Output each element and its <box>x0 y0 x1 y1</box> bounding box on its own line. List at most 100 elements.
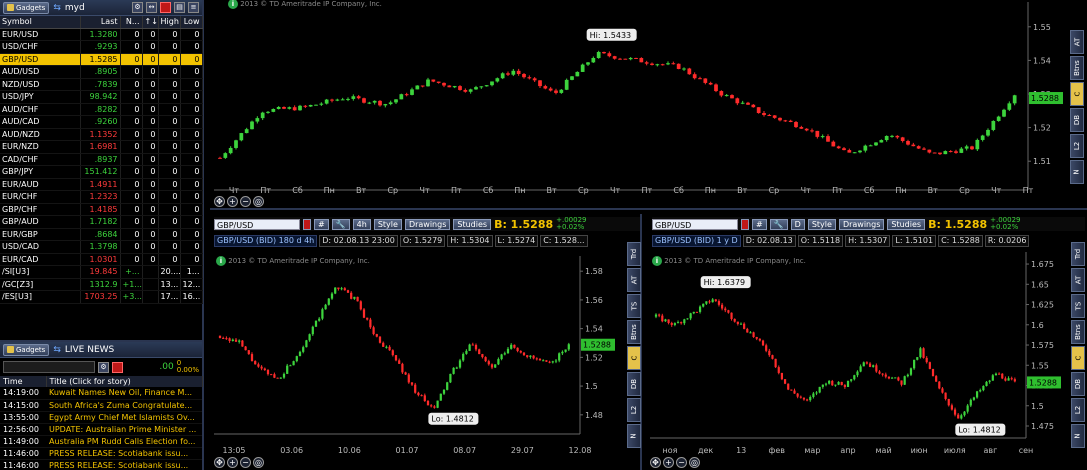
zoom-in-icon[interactable]: + <box>227 196 238 207</box>
side-tab-n[interactable]: N <box>627 424 641 448</box>
watchlist-row[interactable]: AUD/CAD .9260 0 0 0 0 <box>0 115 203 129</box>
watchlist-row[interactable]: EUR/CAD 1.0301 0 0 0 0 <box>0 253 203 266</box>
news-headline[interactable]: Kuwait Names New Oil, Finance M... <box>46 387 202 400</box>
news-gadgets-button[interactable]: Gadgets <box>3 343 50 356</box>
news-headline[interactable]: Australia PM Rudd Calls Election fo... <box>46 435 202 448</box>
news-headline[interactable]: PRESS RELEASE: Scotiabank issu... <box>46 447 202 460</box>
zoom-in-icon[interactable]: + <box>227 457 238 468</box>
watchlist-column-header[interactable]: High <box>158 16 181 29</box>
print-icon[interactable]: ▤ <box>174 2 185 13</box>
pan-icon[interactable]: ✥ <box>650 457 661 468</box>
news-row[interactable]: 11:49:00 Australia PM Rudd Calls Election… <box>0 435 202 448</box>
gear-icon[interactable]: ⚙ <box>98 361 109 373</box>
side-tab-at[interactable]: AT <box>1071 268 1085 292</box>
watchlist-row[interactable]: EUR/CHF 1.2323 0 0 0 0 <box>0 190 203 204</box>
news-column-header[interactable]: Time <box>0 376 47 387</box>
side-tab-c[interactable]: C <box>1071 346 1085 370</box>
news-headline[interactable]: PRESS RELEASE: Scotiabank issu... <box>46 459 202 470</box>
side-tab-ts[interactable]: TS <box>627 294 641 318</box>
side-tab-c[interactable]: C <box>1070 82 1084 106</box>
side-tab-trd[interactable]: Trd <box>1071 242 1085 266</box>
pan-icon[interactable]: ✥ <box>214 457 225 468</box>
watchlist-row[interactable]: USD/CHF .9293 0 0 0 0 <box>0 40 203 54</box>
side-tab-c[interactable]: C <box>627 346 641 370</box>
watchlist-row[interactable]: /SI[U3] 19.845 +... 20.... 1... <box>0 265 203 279</box>
top-chart-pane[interactable]: 1.551.541.531.521.51ЧтПтСбПнВтСрЧтПтСбПн… <box>210 0 1087 210</box>
watchlist-row[interactable]: AUD/CHF .8282 0 0 0 0 <box>0 103 203 116</box>
side-tab-db[interactable]: DB <box>1070 108 1084 132</box>
watchlist-row[interactable]: EUR/NZD 1.6981 0 0 0 0 <box>0 140 203 154</box>
side-tab-db[interactable]: DB <box>627 372 641 396</box>
zoom-in-icon[interactable]: + <box>663 457 674 468</box>
zoom-out-icon[interactable]: − <box>240 196 251 207</box>
pan-icon[interactable]: ✥ <box>214 196 225 207</box>
watchlist-row[interactable]: CAD/CHF .8937 0 0 0 0 <box>0 153 203 166</box>
info-icon[interactable]: i <box>228 0 238 9</box>
news-row[interactable]: 11:46:00 PRESS RELEASE: Scotiabank issu..… <box>0 459 202 470</box>
side-tab-l2[interactable]: L2 <box>1071 398 1085 422</box>
arrows-icon[interactable]: ↔ <box>146 2 157 13</box>
watchlist-row[interactable]: GBP/USD 1.5285 0 0 0 0 <box>0 53 203 66</box>
news-row[interactable]: 13:55:00 Egypt Army Chief Met Islamists O… <box>0 411 202 424</box>
news-row[interactable]: 12:56:00 UPDATE: Australian Prime Ministe… <box>0 423 202 436</box>
news-column-header[interactable]: Title (Click for story) <box>46 376 203 387</box>
side-tab-btns[interactable]: Btns <box>627 320 641 344</box>
news-row[interactable]: 14:15:00 South Africa's Zuma Congratulate… <box>0 399 202 412</box>
right-price-chart[interactable]: 1.6751.651.6251.61.5751.551.5251.51.475н… <box>646 214 1071 470</box>
watchlist-row[interactable]: EUR/USD 1.3280 0 0 0 0 <box>0 28 203 41</box>
side-tab-n[interactable]: N <box>1071 424 1085 448</box>
right-chart-pane[interactable]: GBP/USD # 🔧 D Style Drawings Studies B: … <box>646 214 1087 470</box>
watchlist-column-header[interactable]: ↑↓ <box>142 16 159 29</box>
side-tab-l2[interactable]: L2 <box>627 398 641 422</box>
watchlist-row[interactable]: EUR/AUD 1.4911 0 0 0 0 <box>0 178 203 191</box>
watchlist-column-header[interactable]: Symbol <box>0 16 81 29</box>
watchlist-row[interactable]: USD/CAD 1.3798 0 0 0 0 <box>0 240 203 254</box>
left-price-chart[interactable]: 1.58 1.56 1.54 1.52 1.5 1.48 13:05 03.06 10.06 01… <box>210 214 630 470</box>
watchlist-row[interactable]: GBP/JPY 151.412 0 0 0 0 <box>0 165 203 179</box>
watchlist-column-header[interactable]: Low <box>180 16 203 29</box>
news-row[interactable]: 14:19:00 Kuwait Names New Oil, Finance M.… <box>0 387 202 400</box>
side-tab-at[interactable]: AT <box>1070 30 1084 54</box>
side-tab-at[interactable]: AT <box>627 268 641 292</box>
watchlist-row[interactable]: AUD/USD .8905 0 0 0 0 <box>0 65 203 79</box>
left-chart-pane[interactable]: GBP/USD # 🔧 4h Style Drawings Studies B:… <box>210 214 642 470</box>
zoom-out-icon[interactable]: − <box>240 457 251 468</box>
side-tab-btns[interactable]: Btns <box>1070 56 1084 80</box>
watchlist-row[interactable]: /ES[U3] 1703.25 +3... 17... 16... <box>0 290 203 304</box>
watchlist-column-header[interactable]: N... <box>120 16 143 29</box>
side-tab-btns[interactable]: Btns <box>1071 320 1085 344</box>
watchlist-row[interactable]: AUD/NZD 1.1352 0 0 0 0 <box>0 128 203 141</box>
watchlist-row[interactable]: USD/JPY 98.942 0 0 0 0 <box>0 90 203 104</box>
watchlist-row[interactable]: NZD/USD .7839 0 0 0 0 <box>0 78 203 91</box>
zoom-reset-icon[interactable]: ◎ <box>689 457 700 468</box>
watchlist-name[interactable]: myd <box>65 3 85 13</box>
zoom-out-icon[interactable]: − <box>676 457 687 468</box>
side-tab-ts[interactable]: TS <box>1071 294 1085 318</box>
news-headline[interactable]: South Africa's Zuma Congratulate... <box>46 399 202 412</box>
watchlist-row[interactable]: GBP/AUD 1.7182 0 0 0 0 <box>0 215 203 229</box>
top-price-chart[interactable]: 1.551.541.531.521.51ЧтПтСбПнВтСрЧтПтСбПн… <box>210 0 1087 210</box>
side-tab-trd[interactable]: Trd <box>627 242 641 266</box>
gear-icon[interactable]: ⚙ <box>132 2 143 13</box>
news-headline[interactable]: UPDATE: Australian Prime Minister ... <box>46 423 202 436</box>
watchlist-row[interactable]: GBP/CHF 1.4185 0 0 0 0 <box>0 203 203 216</box>
menu-icon[interactable]: ≡ <box>188 2 199 13</box>
gadgets-button[interactable]: Gadgets <box>3 1 50 14</box>
zoom-reset-icon[interactable]: ◎ <box>253 457 264 468</box>
link-arrows-icon[interactable]: ⇆ <box>53 345 61 355</box>
watchlist-column-header[interactable]: Last <box>80 16 121 29</box>
news-row[interactable]: 11:46:00 PRESS RELEASE: Scotiabank issu..… <box>0 447 202 460</box>
red-square-icon[interactable] <box>160 2 171 13</box>
info-icon[interactable]: i <box>216 256 226 266</box>
news-headline[interactable]: Egypt Army Chief Met Islamists Ov... <box>46 411 202 424</box>
side-tab-l2[interactable]: L2 <box>1070 134 1084 158</box>
zoom-reset-icon[interactable]: ◎ <box>253 196 264 207</box>
watchlist-row[interactable]: /GC[Z3] 1312.9 +1... 13... 12... <box>0 278 203 291</box>
side-tab-db[interactable]: DB <box>1071 372 1085 396</box>
news-symbol-input[interactable] <box>3 361 95 373</box>
side-tab-n[interactable]: N <box>1070 160 1084 184</box>
link-arrows-icon[interactable]: ⇆ <box>53 3 61 13</box>
info-icon[interactable]: i <box>652 256 662 266</box>
red-square-icon[interactable] <box>112 361 123 373</box>
watchlist-row[interactable]: EUR/GBP .8684 0 0 0 0 <box>0 228 203 241</box>
